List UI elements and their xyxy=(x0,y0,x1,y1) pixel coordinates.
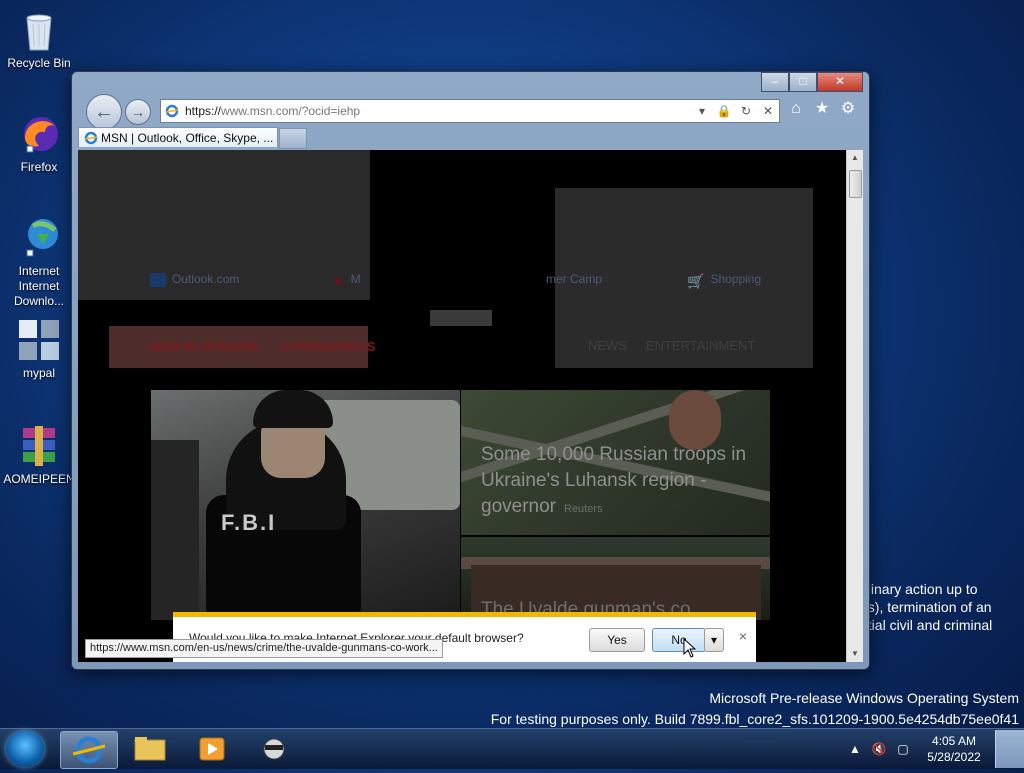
desktop-icon-label: mypal xyxy=(22,366,55,380)
new-tab-button[interactable] xyxy=(279,128,307,149)
download-manager-icon xyxy=(17,216,61,260)
headline-card-uvalde[interactable]: The Uvalde gunman's co... xyxy=(461,537,770,620)
taskbar-clock[interactable]: 4:05 AM 5/28/2022 xyxy=(919,733,989,765)
back-button[interactable]: ← xyxy=(86,94,122,130)
desktop-icon-label: Recycle Bin xyxy=(7,56,71,70)
background-text-line: plinary action up to xyxy=(860,581,978,597)
nav-war-in-ukraine[interactable]: WAR IN UKRAINE xyxy=(149,339,259,354)
nav-entertainment[interactable]: ENTERTAINMENT xyxy=(646,338,755,353)
recycle-bin-icon xyxy=(17,8,61,52)
headline-photo-figure xyxy=(669,390,721,450)
network-icon[interactable]: ▢ xyxy=(895,741,911,757)
vertical-scrollbar[interactable]: ▲ ▼ xyxy=(846,150,863,662)
volume-muted-icon[interactable]: 🔇 xyxy=(871,741,887,757)
browser-toolbar: ⌂ ★ ⚙ xyxy=(787,100,857,118)
maximize-button[interactable]: □ xyxy=(789,72,817,92)
taskbar-internet-explorer[interactable] xyxy=(60,731,118,769)
system-tray: ▲ 🔇 ▢ 4:05 AM 5/28/2022 xyxy=(847,729,1024,769)
fbi-vest-text: F.B.I xyxy=(221,510,277,535)
clock-time: 4:05 AM xyxy=(931,734,977,748)
notification-close-icon[interactable]: × xyxy=(736,629,750,643)
nav-coronavirus[interactable]: CORONAVIRUS xyxy=(279,339,376,354)
firefox-icon xyxy=(17,112,61,156)
internet-explorer-icon xyxy=(72,736,106,764)
hero-image-fbi-agent[interactable]: F.B.I xyxy=(151,390,460,620)
taskbar-media-player[interactable] xyxy=(184,731,240,767)
taskbar-file-explorer[interactable] xyxy=(122,731,178,767)
headline-text: Some 10,000 Russian troops in Ukraine's … xyxy=(481,444,747,517)
outlook-icon xyxy=(150,272,166,287)
no-button[interactable]: No xyxy=(652,628,706,652)
desktop-icon-firefox[interactable]: Firefox xyxy=(3,112,75,175)
clock-date: 5/28/2022 xyxy=(927,750,981,764)
page-viewport: Outlook.com ★ M mer Camp 🛒 Shopping WAR IN… xyxy=(78,150,852,662)
msn-nav-strip: WAR IN UKRAINE CORONAVIRUS xyxy=(109,326,376,368)
lock-icon[interactable]: 🔒 xyxy=(713,100,735,122)
ie-tab-icon xyxy=(84,131,98,145)
desktop-icon-label: Internet Internet Downlo... xyxy=(13,264,65,308)
scroll-down-arrow[interactable]: ▼ xyxy=(847,646,863,662)
background-text-line: ntial civil and criminal xyxy=(860,617,993,633)
desktop-icon-label: Firefox xyxy=(20,160,58,174)
folder-icon xyxy=(134,737,166,761)
tab-msn[interactable]: MSN | Outlook, Office, Skype, ... xyxy=(78,127,278,147)
no-options-dropdown[interactable]: ▾ xyxy=(704,628,724,652)
watermark-line-1: Microsoft Pre-release Windows Operating … xyxy=(709,690,1019,706)
internet-explorer-window: – □ ✕ ← → https://www.msn.com/?ocid=iehp… xyxy=(71,71,870,670)
settings-gear-icon[interactable]: ⚙ xyxy=(839,100,857,118)
shopping-cart-icon: 🛒 xyxy=(687,272,705,289)
headline-card-luhansk[interactable]: Some 10,000 Russian troops in Ukraine's … xyxy=(461,390,770,535)
microsoft-link[interactable]: ★ M xyxy=(332,272,361,289)
show-hidden-icons-arrow[interactable]: ▲ xyxy=(847,741,863,757)
headline-source: Reuters xyxy=(564,503,603,515)
taskbar-app-raccoon[interactable] xyxy=(246,731,302,767)
stop-icon[interactable]: ✕ xyxy=(757,100,779,122)
winrar-icon xyxy=(17,424,61,468)
window-controls: – □ ✕ xyxy=(761,72,863,92)
minimize-button[interactable]: – xyxy=(761,72,789,92)
forward-button[interactable]: → xyxy=(125,99,151,125)
address-bar[interactable]: https://www.msn.com/?ocid=iehp ▾ 🔒 ↻ ✕ xyxy=(160,99,780,123)
loading-placeholder xyxy=(430,310,492,326)
mypal-icon xyxy=(17,318,61,362)
refresh-icon[interactable]: ↻ xyxy=(735,100,757,122)
scroll-up-arrow[interactable]: ▲ xyxy=(847,150,863,166)
background-document-text: plinary action up to es), termination of… xyxy=(860,580,992,634)
desktop-icon-internet-download-manager[interactable]: Internet Internet Downlo... xyxy=(3,216,75,309)
show-desktop-button[interactable] xyxy=(995,730,1024,768)
favorites-star-icon[interactable]: ★ xyxy=(813,100,831,118)
yes-button[interactable]: Yes xyxy=(589,628,645,652)
address-url: https://www.msn.com/?ocid=iehp xyxy=(185,104,361,118)
watermark-line-2: For testing purposes only. Build 7899.fb… xyxy=(490,711,1019,727)
scrollbar-thumb[interactable] xyxy=(849,170,862,198)
desktop-icon-recycle-bin[interactable]: Recycle Bin xyxy=(3,8,75,71)
background-text-line: es), termination of an xyxy=(860,599,992,615)
windows-build-watermark: Microsoft Pre-release Windows Operating … xyxy=(491,688,1019,730)
close-window-button[interactable]: ✕ xyxy=(817,72,863,92)
media-player-icon xyxy=(199,737,225,761)
tab-title: MSN | Outlook, Office, Skype, ... xyxy=(101,131,274,145)
start-button[interactable] xyxy=(6,731,44,767)
mouse-cursor-icon xyxy=(683,638,697,658)
summer-camp-link[interactable]: mer Camp xyxy=(546,272,602,286)
desktop-icon-label: AOMEIPEEN xyxy=(3,472,75,486)
taskbar: ▲ 🔇 ▢ 4:05 AM 5/28/2022 xyxy=(0,728,1024,769)
nav-news[interactable]: NEWS xyxy=(588,338,627,353)
home-icon[interactable]: ⌂ xyxy=(787,100,805,118)
outlook-link[interactable]: Outlook.com xyxy=(150,272,239,287)
address-dropdown-icon[interactable]: ▾ xyxy=(691,100,713,122)
raccoon-icon xyxy=(263,738,285,760)
ie-page-icon xyxy=(165,104,179,118)
star-icon: ★ xyxy=(332,272,345,289)
desktop-icon-mypal[interactable]: mypal xyxy=(3,318,75,381)
status-url-tooltip: https://www.msn.com/en-us/news/crime/the… xyxy=(85,639,443,658)
desktop-icon-aomei[interactable]: AOMEIPEEN xyxy=(3,424,75,487)
shopping-link[interactable]: 🛒 Shopping xyxy=(687,272,761,289)
